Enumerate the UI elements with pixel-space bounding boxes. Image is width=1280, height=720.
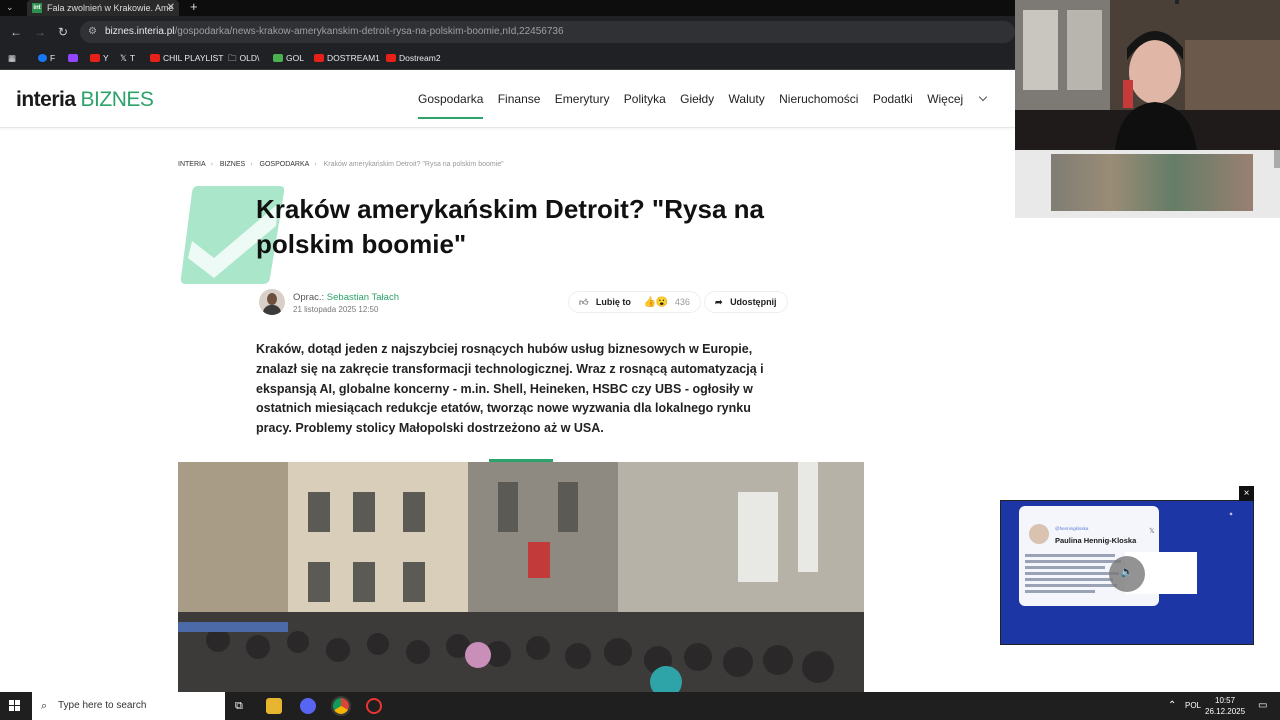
nav-item-waluty[interactable]: Waluty xyxy=(729,92,765,106)
bookmark-chil-playlist[interactable]: CHIL PLAYLIST xyxy=(150,53,223,63)
tv-channel-logo-icon: ◈ xyxy=(1229,511,1233,516)
breadcrumb-biznes[interactable]: BIZNES xyxy=(220,161,245,168)
site-header: interia BIZNES Gospodarka Finanse Emerytu… xyxy=(0,72,1015,128)
taskbar: ⌕ Type here to search ⧉ ⌃ POL 10:57 26.1… xyxy=(0,692,1280,720)
chevron-down-icon xyxy=(978,92,988,102)
site-logo[interactable]: interia BIZNES xyxy=(16,88,154,112)
clock[interactable]: 10:57 26.12.2025 xyxy=(1205,695,1245,717)
file-explorer-icon[interactable] xyxy=(266,698,282,714)
bookmark-twitch[interactable] xyxy=(68,53,81,63)
obs-icon[interactable] xyxy=(366,698,382,714)
site-info-icon[interactable]: ⚙ xyxy=(88,21,97,43)
nav-item-nieruchomosci[interactable]: Nieruchomości xyxy=(779,92,858,106)
nav-item-podatki[interactable]: Podatki xyxy=(873,92,913,106)
article-date: 21 listopada 2025 12:50 xyxy=(293,305,379,314)
article-photo[interactable] xyxy=(178,462,864,692)
discord-icon[interactable] xyxy=(300,698,316,714)
like-count: 436 xyxy=(674,297,690,307)
breadcrumb-interia[interactable]: INTERIA xyxy=(178,161,206,168)
avatar[interactable] xyxy=(259,289,285,315)
author-link[interactable]: Sebastian Tałach xyxy=(327,292,399,303)
interia-favicon-icon: int xyxy=(32,3,42,13)
x-logo-icon: 𝕏 xyxy=(1149,528,1155,535)
nav-item-finanse[interactable]: Finanse xyxy=(498,92,541,106)
bookmark-folder-old[interactable]: 🗀 OLD\ xyxy=(228,53,259,67)
breadcrumb: INTERIA › BIZNES › GOSPODARKA › Kraków amer… xyxy=(178,161,504,168)
windows-start-icon[interactable] xyxy=(9,700,21,712)
like-button[interactable]: 👍︎ Lubię to 👍😮 436 xyxy=(568,291,701,313)
tab-search-icon[interactable]: ⌄ xyxy=(6,2,14,13)
bookmark-dostream2[interactable]: Dostream2 xyxy=(386,53,441,63)
nav-item-wiecej[interactable]: Więcej xyxy=(927,92,988,106)
thumbs-up-outline-icon: 👍︎ xyxy=(579,297,589,307)
url-path: /gospodarka/news-krakow-amerykanskim-det… xyxy=(174,26,564,37)
webcam-overlay xyxy=(1015,0,1280,150)
apps-grid-icon[interactable]: ▦ xyxy=(8,53,16,64)
new-tab-icon[interactable]: + xyxy=(190,0,198,14)
web-page: interia BIZNES Gospodarka Finanse Emerytu… xyxy=(0,72,1015,692)
folder-icon: 🗀 xyxy=(228,53,237,63)
breadcrumb-current: Kraków amerykańskim Detroit? "Rysa na po… xyxy=(323,161,504,168)
bookmark-x[interactable]: 𝕏T xyxy=(120,53,135,64)
tweet-handle: @henningkloska xyxy=(1055,526,1089,531)
facebook-icon xyxy=(38,54,47,62)
tab-strip: ⌄ int Fala zwolnień w Krakowie. Ame ✕ + xyxy=(0,0,1015,16)
search-icon: ⌕ xyxy=(41,700,48,712)
stream-thumbnail[interactable] xyxy=(1015,150,1280,218)
gol-icon xyxy=(273,54,283,62)
nav-item-gieldy[interactable]: Giełdy xyxy=(680,92,714,106)
back-icon[interactable]: ← xyxy=(10,25,22,39)
youtube-icon xyxy=(90,54,100,62)
bookmark-facebook[interactable]: F xyxy=(38,53,55,63)
author-line: Oprac.: Sebastian Tałach xyxy=(293,292,399,303)
nav-item-polityka[interactable]: Polityka xyxy=(624,92,666,106)
chevron-up-icon[interactable]: ⌃ xyxy=(1168,692,1176,720)
tweet-author: Paulina Hennig-Kloska xyxy=(1055,536,1137,545)
tab-title: Fala zwolnień w Krakowie. Ame xyxy=(47,3,174,13)
bookmark-gol[interactable]: GOL xyxy=(273,53,304,63)
bookmark-youtube[interactable]: Y xyxy=(90,53,109,63)
task-view-icon[interactable]: ⧉ xyxy=(235,692,243,720)
address-bar-row: ← → ↻ ⚙ biznes.interia.pl/gospodarka/new… xyxy=(0,16,1015,48)
url-field[interactable]: ⚙ biznes.interia.pl/gospodarka/news-krak… xyxy=(80,21,1015,43)
scrollbar[interactable] xyxy=(1274,150,1280,168)
ad-close-button[interactable]: × xyxy=(1239,486,1254,501)
url-host: biznes.interia.pl xyxy=(105,26,175,37)
chrome-icon[interactable] xyxy=(331,696,351,716)
youtube-icon xyxy=(314,54,324,62)
youtube-icon xyxy=(386,54,396,62)
reaction-emoji-icons: 👍😮 xyxy=(643,297,669,308)
notification-icon[interactable]: ▭ xyxy=(1258,692,1267,720)
avatar xyxy=(1029,524,1049,544)
x-logo-icon: 𝕏 xyxy=(120,53,127,63)
youtube-icon xyxy=(150,54,160,62)
taskbar-search-input[interactable]: ⌕ Type here to search xyxy=(32,692,225,720)
forward-icon[interactable]: → xyxy=(34,25,46,39)
language-indicator[interactable]: POL xyxy=(1185,692,1201,720)
article-lead: Kraków, dotąd jeden z najszybciej rosnąc… xyxy=(256,342,764,436)
twitch-icon xyxy=(68,54,78,62)
nav-item-gospodarka[interactable]: Gospodarka xyxy=(418,92,483,106)
tab-close-icon[interactable]: ✕ xyxy=(167,0,175,16)
video-ad[interactable]: @henningkloska Paulina Hennig-Kloska 𝕏 🔈… xyxy=(1000,500,1254,645)
bookmark-dostream1[interactable]: DOSTREAM1 xyxy=(314,53,380,63)
share-button[interactable]: ➦ Udostępnij xyxy=(704,291,788,313)
unmute-speaker-icon[interactable]: 🔈 xyxy=(1109,556,1145,592)
article-title: Kraków amerykańskim Detroit? "Rysa na po… xyxy=(256,194,764,259)
bookmarks-bar: ▦ F Y 𝕏T CHIL PLAYLIST 🗀 OLD\ GOL DOSTREA… xyxy=(0,48,1015,70)
reload-icon[interactable]: ↻ xyxy=(58,25,68,39)
main-nav: Gospodarka Finanse Emerytury Polityka Gi… xyxy=(418,92,997,106)
nav-item-emerytury[interactable]: Emerytury xyxy=(555,92,610,106)
share-arrow-icon: ➦ xyxy=(715,297,723,307)
browser-tab[interactable]: int Fala zwolnień w Krakowie. Ame ✕ xyxy=(27,0,179,16)
breadcrumb-gospodarka[interactable]: GOSPODARKA xyxy=(260,161,310,168)
